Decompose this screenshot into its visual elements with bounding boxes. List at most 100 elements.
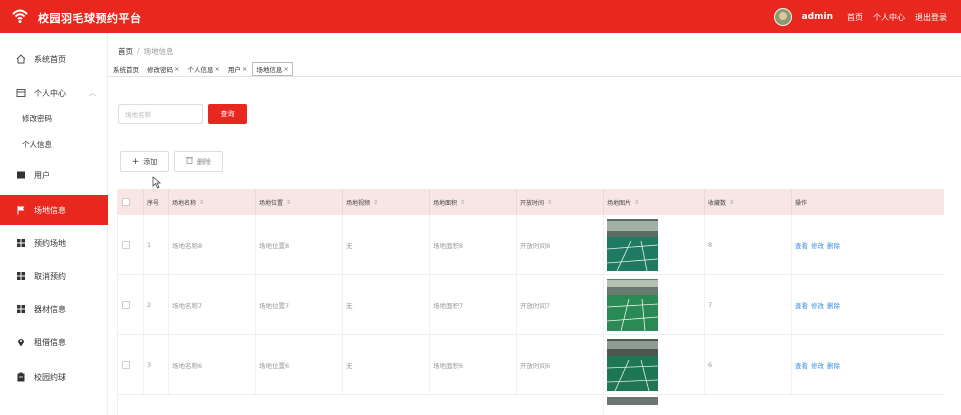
avatar[interactable] <box>773 8 792 26</box>
close-icon[interactable]: × <box>242 65 247 73</box>
cell-favorites: 6 <box>704 335 791 395</box>
tab-venue-info[interactable]: 场地信息 × <box>252 62 293 76</box>
row-checkbox[interactable] <box>122 361 130 369</box>
sidebar-item-equipment[interactable]: 器材信息 <box>0 295 108 323</box>
delete-link[interactable]: 删除 <box>827 240 840 250</box>
row-checkbox[interactable] <box>122 301 130 309</box>
add-button-label: 添加 <box>143 157 158 166</box>
sort-icon[interactable]: ⇕ <box>373 199 378 206</box>
row-checkbox-cell <box>118 275 143 335</box>
breadcrumb: 首页 / 场地信息 <box>118 46 174 57</box>
row-checkbox[interactable] <box>122 241 130 249</box>
sidebar-item-label: 系统首页 <box>34 54 66 64</box>
venue-photo <box>607 339 658 391</box>
close-icon[interactable]: × <box>283 65 288 73</box>
sort-icon[interactable]: ⇕ <box>199 199 204 206</box>
location-icon <box>16 337 26 347</box>
column-label: 序号 <box>147 199 160 207</box>
column-header: 操作 <box>791 189 944 215</box>
mouse-cursor-icon <box>152 176 161 189</box>
sidebar: 系统首页 个人中心 ︿ 修改密码 个人信息 用户 场地信息 预约场地 取消预约 … <box>0 33 108 415</box>
cell-image <box>603 275 704 335</box>
sort-icon[interactable]: ⇕ <box>729 199 734 206</box>
tabs-divider <box>108 76 961 77</box>
breadcrumb-current: 场地信息 <box>143 47 174 56</box>
table-row: 1 场地名称8 场地位置8 无 场地面积8 开放时间8 8 查看 修改 删除 <box>118 215 944 275</box>
edit-link[interactable]: 修改 <box>811 300 824 310</box>
sidebar-item-personal-info[interactable]: 个人信息 <box>0 130 108 158</box>
plus-icon: + <box>131 156 140 167</box>
tab-personal-info[interactable]: 个人信息 × <box>184 62 222 76</box>
close-icon[interactable]: × <box>214 65 219 73</box>
sort-icon[interactable]: ⇕ <box>460 199 465 206</box>
brand-title: 校园羽毛球预约平台 <box>38 12 142 25</box>
column-header[interactable]: 场地面积 ⇕ <box>429 189 516 215</box>
cell-location: 场地位置7 <box>255 275 342 335</box>
sidebar-item-users[interactable]: 用户 <box>0 161 108 189</box>
sidebar-item-rental[interactable]: 租借信息 <box>0 328 108 356</box>
cell-image <box>603 335 704 395</box>
username: admin <box>801 12 833 22</box>
cell-area: 场地面积8 <box>429 215 516 275</box>
delete-link[interactable]: 删除 <box>827 300 840 310</box>
column-header[interactable]: 场地图片 ⇕ <box>603 189 704 215</box>
column-label: 场地位置 <box>259 199 284 207</box>
header-link-profile[interactable]: 个人中心 <box>873 12 905 23</box>
table-row-partial <box>118 395 944 415</box>
sidebar-item-change-password[interactable]: 修改密码 <box>0 104 108 132</box>
sidebar-item-home[interactable]: 系统首页 <box>0 45 108 73</box>
close-icon[interactable]: × <box>174 65 179 73</box>
view-link[interactable]: 查看 <box>795 240 808 250</box>
table-row: 2 场地名称7 场地位置7 无 场地面积7 开放时间7 7 查看 修改 删除 <box>118 275 944 335</box>
sidebar-item-venue-info[interactable]: 场地信息 <box>0 195 108 225</box>
delete-link[interactable]: 删除 <box>827 360 840 370</box>
query-button[interactable]: 查询 <box>208 104 247 124</box>
cell-index: 3 <box>143 335 168 395</box>
sort-icon[interactable]: ⇕ <box>634 199 639 206</box>
column-label: 开放时间 <box>520 199 545 207</box>
view-link[interactable]: 查看 <box>795 300 808 310</box>
chevron-up-icon: ︿ <box>89 89 96 97</box>
header-link-home[interactable]: 首页 <box>847 12 863 23</box>
column-header[interactable]: 场地位置 ⇕ <box>255 189 342 215</box>
sidebar-item-label: 修改密码 <box>22 113 52 123</box>
view-link[interactable]: 查看 <box>795 360 808 370</box>
edit-link[interactable]: 修改 <box>811 240 824 250</box>
sort-icon[interactable]: ⇕ <box>547 199 552 206</box>
tab-system-home[interactable]: 系统首页 <box>110 62 142 76</box>
add-button[interactable]: + 添加 <box>120 151 169 172</box>
column-label: 场地视频 <box>346 199 371 207</box>
cell-favorites: 7 <box>704 275 791 335</box>
column-header[interactable]: 收藏数 ⇕ <box>704 189 791 215</box>
column-label: 场地面积 <box>433 199 458 207</box>
column-label: 收藏数 <box>708 199 727 207</box>
cell-location: 场地位置6 <box>255 335 342 395</box>
tab-label: 场地信息 <box>256 66 283 74</box>
sidebar-item-user-center[interactable]: 个人中心 ︿ <box>0 79 108 107</box>
header-link-logout[interactable]: 退出登录 <box>915 12 947 23</box>
sort-icon[interactable]: ⇕ <box>286 199 291 206</box>
cell-index: 1 <box>143 215 168 275</box>
tab-label: 系统首页 <box>113 66 139 74</box>
column-header[interactable]: 开放时间 ⇕ <box>516 189 603 215</box>
row-checkbox-cell <box>118 335 143 395</box>
tab-users[interactable]: 用户 × <box>225 62 250 76</box>
sidebar-item-label: 预约场地 <box>34 238 66 248</box>
column-label: 场地名称 <box>172 199 197 207</box>
edit-link[interactable]: 修改 <box>811 360 824 370</box>
venue-photo <box>607 279 658 331</box>
user-icon <box>16 170 26 180</box>
sidebar-item-campus-match[interactable]: 校园约球 <box>0 363 108 391</box>
breadcrumb-home[interactable]: 首页 <box>118 47 133 56</box>
delete-button[interactable]: 删除 <box>174 151 223 172</box>
column-header: 序号 <box>143 189 168 215</box>
column-header[interactable]: 场地视频 ⇕ <box>342 189 429 215</box>
select-all-checkbox[interactable] <box>122 198 130 206</box>
sidebar-item-book-venue[interactable]: 预约场地 <box>0 229 108 257</box>
column-label: 场地图片 <box>607 199 632 207</box>
column-header[interactable]: 场地名称 ⇕ <box>168 189 255 215</box>
sidebar-item-cancel-booking[interactable]: 取消预约 <box>0 262 108 290</box>
venue-name-search-input[interactable]: 场地名称 <box>118 104 203 124</box>
tab-change-password[interactable]: 修改密码 × <box>144 62 182 76</box>
home-icon <box>16 54 26 64</box>
